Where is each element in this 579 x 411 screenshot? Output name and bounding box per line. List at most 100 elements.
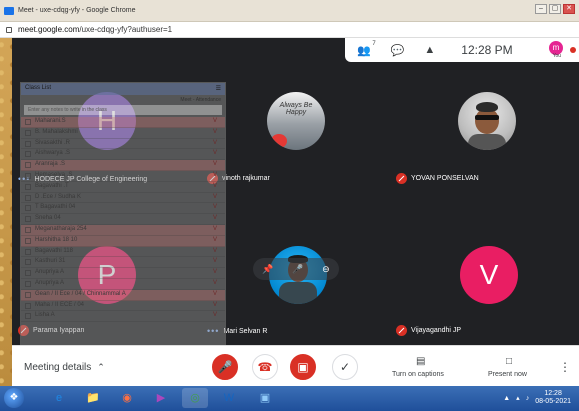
maximize-button[interactable]: ▢ (549, 4, 561, 14)
student-checkbox[interactable] (25, 129, 31, 136)
student-name: Maha / II ECE / 04 (35, 301, 85, 308)
attendance-check-button[interactable]: ✓ (332, 354, 358, 380)
self-label: You (552, 53, 561, 59)
chrome-icon[interactable]: ◎ (182, 388, 208, 408)
student-row[interactable]: Lisha A V (21, 311, 225, 323)
network-icon[interactable]: ▴ (516, 394, 520, 402)
student-row[interactable]: Anupriya A V (21, 268, 225, 279)
pin-icon[interactable]: 📌 (262, 264, 273, 275)
word-icon[interactable]: W (216, 388, 242, 408)
people-icon[interactable]: 👥 7 (357, 41, 376, 57)
student-row[interactable]: Bagavathi 118 V (21, 247, 225, 258)
present-mark-icon: V (212, 150, 217, 157)
start-button[interactable]: ❖ (4, 388, 24, 408)
minimize-button[interactable]: – (535, 4, 547, 14)
student-checkbox[interactable] (25, 183, 31, 190)
student-checkbox[interactable] (25, 162, 31, 169)
student-checkbox[interactable] (25, 302, 31, 309)
student-row[interactable]: Sneha 04 V (21, 214, 225, 225)
url-path: /uxe-cdqg-yfy?authuser=1 (79, 25, 173, 34)
student-row[interactable]: Bagavathi .T V (21, 182, 225, 193)
participant-name: YOVAN PONSELVAN (411, 175, 479, 182)
class-list-toolbar-icon[interactable]: ☰ (216, 85, 221, 93)
student-checkbox[interactable] (25, 205, 31, 212)
student-name: Aishwarya .S (35, 150, 71, 157)
student-checkbox[interactable] (25, 259, 31, 266)
address-bar[interactable]: meet.google.com/uxe-cdqg-yfy?authuser=1 (0, 22, 579, 38)
student-row[interactable]: Aranraja .S V (21, 160, 225, 171)
student-row[interactable]: Maha / II ECE / 04 V (21, 301, 225, 312)
student-row[interactable]: Meganatharaja 254 V (21, 224, 225, 236)
browser-title-bar: Meet - uxe-cdqg-yfy - Google Chrome – ▢ … (0, 0, 579, 22)
class-list-header: Class List ☰ (21, 83, 225, 95)
student-checkbox[interactable] (25, 216, 31, 223)
student-list: Maharani.S V B. Mahalakshmi V Sivasakthi .R V… (21, 117, 225, 323)
student-row[interactable]: Sivasakthi .R V (21, 139, 225, 150)
student-checkbox[interactable] (25, 237, 31, 244)
chat-icon[interactable]: 💬 (391, 44, 405, 57)
present-mark-icon: V (212, 269, 217, 276)
student-row[interactable]: B. Mahalakshmi V (21, 128, 225, 139)
participant-tile[interactable]: Always Be Happy vinoth rajkumar (201, 82, 390, 188)
more-options-icon[interactable]: ⋮ (559, 360, 571, 374)
student-name: Maharani.S (35, 118, 66, 124)
class-list-subtitle: Meet - Attendance (180, 97, 221, 103)
folder-icon[interactable]: 📁 (80, 388, 106, 408)
class-notes-input[interactable]: Enter any notes to write in the class (24, 105, 222, 115)
student-checkbox[interactable] (25, 248, 31, 255)
mic-toggle-button[interactable]: 🎤 (212, 354, 238, 380)
captions-button[interactable]: Turn on captions (392, 371, 444, 378)
participant-tile[interactable]: V Vijayagandhi JP (390, 234, 579, 340)
meet-favicon-icon (4, 6, 14, 15)
close-button[interactable]: ✕ (563, 4, 575, 14)
mic-off-icon (396, 325, 407, 336)
student-name: Meganatharaja 254 (35, 225, 87, 232)
student-checkbox[interactable] (25, 313, 31, 320)
student-row[interactable]: T Bagavathi 04 V (21, 203, 225, 215)
volume-icon[interactable]: ♪ (526, 395, 530, 402)
student-checkbox[interactable] (25, 172, 31, 179)
student-checkbox[interactable] (25, 226, 31, 233)
system-clock[interactable]: 12:28 08-05-2021 (535, 390, 571, 406)
camera-toggle-button[interactable]: ▣ (290, 354, 316, 380)
student-checkbox[interactable] (25, 280, 31, 287)
clock-time: 12:28 (544, 390, 562, 397)
student-name: Kasthuri 31 (35, 258, 66, 265)
student-checkbox[interactable] (25, 151, 31, 158)
student-row[interactable]: Harshitha 18 10 V (21, 235, 225, 247)
present-mark-icon: V (212, 161, 217, 168)
student-row[interactable]: Aishwarya .S V (21, 149, 225, 161)
ie-icon[interactable]: e (46, 388, 72, 408)
window-app-icon[interactable]: ▣ (252, 388, 278, 408)
present-mark-icon: V (212, 182, 217, 189)
student-row[interactable]: D .Ece / Sudha K V (21, 193, 225, 204)
student-row[interactable]: Kasthuri 31 V (21, 257, 225, 269)
student-checkbox[interactable] (25, 291, 31, 298)
remove-participant-icon[interactable]: ⊖ (322, 264, 330, 275)
student-row[interactable]: Gean / II Ece / 04 / Chinnammal A V (21, 289, 225, 301)
student-name: B. Mahalakshmi (35, 128, 78, 135)
student-name: Harshitha 18 10 (35, 236, 78, 243)
student-checkbox[interactable] (25, 119, 31, 125)
student-row[interactable]: Anupriya A V (21, 279, 225, 290)
participant-name: Mari Selvan R (223, 327, 268, 335)
firefox-icon[interactable]: ◉ (114, 388, 140, 408)
participant-tile[interactable]: YOVAN PONSELVAN (390, 82, 579, 188)
media-player-icon[interactable]: ▶ (148, 388, 174, 408)
tray-arrow-icon[interactable]: ▲ (503, 395, 510, 402)
student-checkbox[interactable] (25, 194, 31, 201)
chevron-up-icon: ⌃ (97, 362, 105, 372)
leave-call-button[interactable]: ☎ (252, 354, 278, 380)
student-checkbox[interactable] (25, 270, 31, 277)
present-mark-icon: V (212, 139, 217, 146)
activities-icon[interactable]: ▲ (424, 44, 435, 56)
meeting-details-button[interactable]: Meeting details ⌃ (24, 362, 105, 373)
present-mark-icon: V (212, 118, 217, 124)
student-row[interactable]: Maharani.S V (21, 117, 225, 128)
mute-participant-icon[interactable]: 🎤 (292, 264, 303, 275)
present-button[interactable]: Present now (488, 371, 527, 378)
student-row[interactable]: Hemaselva .S V (21, 171, 225, 182)
present-mark-icon: V (212, 193, 217, 200)
participant-tile[interactable]: 📌 🎤 ⊖ ••• Mari Selvan R (201, 234, 390, 340)
student-checkbox[interactable] (25, 140, 31, 147)
